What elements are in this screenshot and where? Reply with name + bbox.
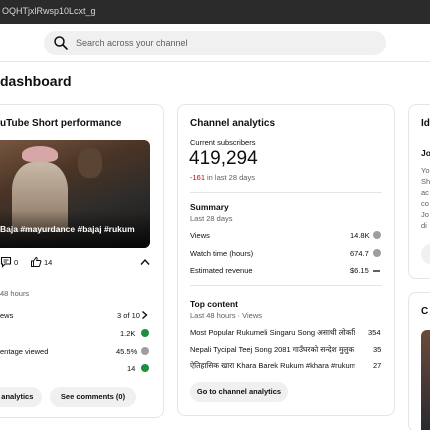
ideas-card-line: co [421,199,429,208]
dash-icon [373,270,380,272]
top-content-item-title[interactable]: Nepali Tycipal Teej Song 2081 गाउँघरको स… [190,345,355,355]
page-title: dashboard [0,73,72,89]
short-percent-viewed-value: 45.5% [116,347,138,356]
ideas-card-line: ac [421,188,429,197]
chevron-up-icon[interactable] [140,258,150,266]
summary-watchtime-value: 674.7 [350,249,369,258]
subscribers-change-period: in last 28 days [207,173,255,182]
address-text[interactable]: OQHTjxlRwsp10Lcxt_g [2,6,96,16]
subscribers-value: 419,294 [189,148,258,169]
comments-count: 0 [14,258,19,267]
creator-card-image[interactable] [421,330,430,430]
like-icon[interactable] [30,256,42,268]
subscribers-label: Current subscribers [190,138,256,147]
summary-views-value: 14.8K [350,231,370,240]
short-row-label: entage viewed [0,347,49,356]
short-time-window: 48 hours [0,289,30,298]
search-icon[interactable] [53,35,69,51]
short-rank-value: 3 of 10 [117,311,140,320]
creator-card-title: C [421,306,429,317]
ideas-card-title: Id [421,118,430,129]
summary-period: Last 28 days [190,214,233,223]
short-caption: Baja #mayurdance #bajaj #rukum [0,224,135,234]
channel-analytics-title: Channel analytics [190,118,276,129]
go-to-video-analytics-button[interactable]: o analytics [0,387,42,407]
trend-neutral-icon [373,231,381,239]
browser-address-bar[interactable]: OQHTjxlRwsp10Lcxt_g [0,0,430,24]
chevron-right-icon[interactable] [141,310,148,320]
summary-revenue-value: $6.15 [350,266,369,275]
thumbnail-figure-2 [78,148,102,178]
ideas-card-line: Jo [421,210,429,219]
divider [190,285,382,286]
channel-search[interactable] [44,31,386,55]
see-comments-button[interactable]: See comments (0) [50,387,136,407]
short-performance-title: uTube Short performance [0,118,122,129]
search-input[interactable] [76,35,376,51]
thumbnail-figure [22,146,58,162]
trend-neutral-icon [141,347,149,355]
top-content-period: Last 48 hours · Views [190,311,262,320]
summary-revenue-label: Estimated revenue [190,266,253,275]
top-content-item-views: 354 [368,328,381,337]
top-content-title: Top content [190,299,238,309]
trend-up-icon [141,329,149,337]
divider [190,192,382,193]
short-views-value: 1.2K [120,329,136,338]
ideas-card-line: Yo [421,166,430,175]
likes-count: 14 [44,258,53,267]
trend-neutral-icon [373,249,381,257]
top-content-item-views: 35 [373,345,382,354]
trend-up-icon [141,364,149,372]
short-likes-value: 14 [127,364,136,373]
top-content-item-title[interactable]: ऐतिहासिक खारा Khara Barek Rukum #khara #… [190,361,355,371]
comment-icon[interactable] [0,256,12,268]
top-content-item-views: 27 [373,361,382,370]
subscribers-change: -161 [190,173,206,182]
summary-title: Summary [190,202,229,212]
ideas-card-subtitle: Jo [421,148,430,158]
go-to-channel-analytics-button[interactable]: Go to channel analytics [190,382,288,402]
top-content-item-title[interactable]: Most Popular Rukumeli Singaru Song असाथी… [190,328,355,338]
ideas-card-line: di [421,221,427,230]
summary-watchtime-label: Watch time (hours) [190,249,254,258]
top-bar [0,24,430,62]
summary-views-label: Views [190,231,210,240]
short-thumbnail[interactable]: Baja #mayurdance #bajaj #rukum [0,140,150,248]
ideas-card-line: Sh [421,177,430,186]
short-row-label: ews [0,311,14,320]
